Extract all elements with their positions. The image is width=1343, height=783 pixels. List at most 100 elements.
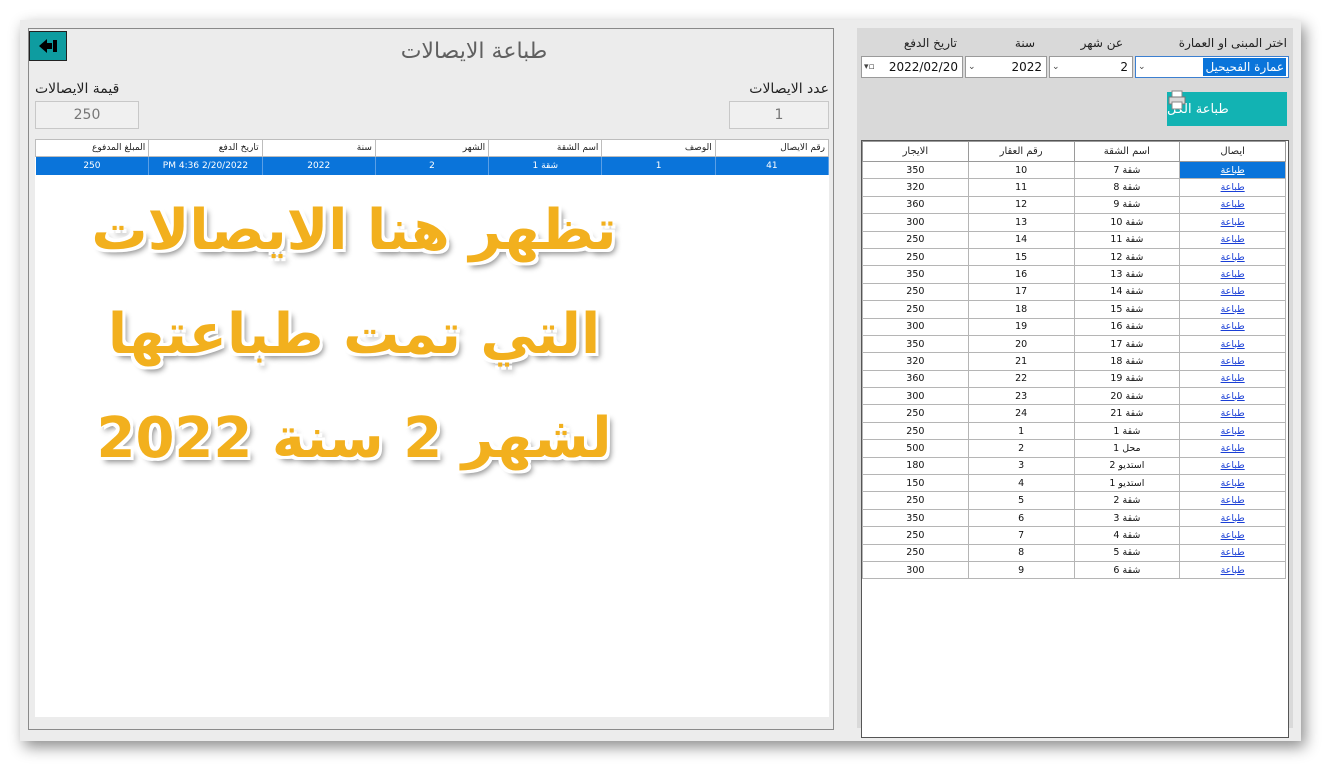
print-receipt-link[interactable]: طباعة bbox=[1179, 160, 1286, 180]
print-receipt-link[interactable]: طباعة bbox=[1179, 439, 1286, 458]
print-receipt-link[interactable]: طباعة bbox=[1179, 247, 1286, 267]
apartments-grid[interactable]: ايصال اسم الشقة رقم العقار الايجار طباعة شقة… bbox=[861, 140, 1289, 738]
year-select[interactable]: ⌄ 2022 bbox=[965, 56, 1047, 78]
table-row[interactable]: طباعة شقة 11 14 250 bbox=[862, 230, 1286, 249]
table-row[interactable]: طباعة شقة 20 23 300 bbox=[862, 387, 1286, 406]
table-row[interactable]: طباعة استديو 2 3 180 bbox=[862, 456, 1286, 476]
print-receipt-link[interactable]: طباعة bbox=[1179, 560, 1286, 580]
table-row[interactable]: طباعة شقة 9 12 360 bbox=[862, 195, 1286, 215]
table-cell: 24 bbox=[967, 404, 1075, 423]
table-cell: 300 bbox=[862, 560, 969, 580]
print-receipt-link[interactable]: طباعة bbox=[1179, 474, 1286, 493]
table-row[interactable]: طباعة شقة 10 13 300 bbox=[862, 213, 1286, 232]
print-receipt-link[interactable]: طباعة bbox=[1179, 369, 1286, 389]
table-row[interactable]: 41 1 شقة 1 2 2022 2/20/2022 4:36 PM 250 bbox=[35, 156, 830, 175]
table-cell: 12 bbox=[967, 195, 1075, 215]
table-cell: 23 bbox=[967, 387, 1075, 406]
table-cell: شقة 1 bbox=[488, 156, 603, 175]
table-cell: 300 bbox=[862, 387, 969, 406]
overlay-line-1: تظهر هنا الايصالات bbox=[91, 198, 617, 263]
print-receipt-link[interactable]: طباعة bbox=[1179, 491, 1286, 510]
payment-date-picker[interactable]: ▾▫ 2022/02/20 bbox=[861, 56, 963, 78]
column-header[interactable]: المبلغ المدفوع bbox=[34, 139, 150, 157]
table-row[interactable]: طباعة شقة 7 10 350 bbox=[862, 160, 1286, 180]
back-button[interactable] bbox=[29, 31, 67, 61]
table-row[interactable]: طباعة شقة 4 7 250 bbox=[862, 526, 1286, 545]
print-receipt-link[interactable]: طباعة bbox=[1179, 317, 1286, 336]
table-cell: شقة 18 bbox=[1073, 352, 1181, 371]
table-row[interactable]: طباعة محل 1 2 500 bbox=[862, 439, 1286, 458]
print-receipt-link[interactable]: طباعة bbox=[1179, 404, 1286, 423]
building-select[interactable]: ⌄ عمارة الفحيحيل bbox=[1135, 56, 1289, 78]
apartments-table[interactable]: ايصال اسم الشقة رقم العقار الايجار طباعة شقة… bbox=[862, 141, 1286, 580]
table-cell: 9 bbox=[967, 560, 1075, 580]
print-receipt-link[interactable]: طباعة bbox=[1179, 421, 1286, 441]
print-receipt-link[interactable]: طباعة bbox=[1179, 456, 1286, 476]
print-receipt-link[interactable]: طباعة bbox=[1179, 526, 1286, 545]
apartments-panel: اختر المبنى او العمارة عن شهر سنة تاريخ … bbox=[857, 28, 1293, 738]
month-select[interactable]: ⌄ 2 bbox=[1049, 56, 1133, 78]
print-receipt-link[interactable]: طباعة bbox=[1179, 282, 1286, 302]
table-row[interactable]: طباعة شقة 16 19 300 bbox=[862, 317, 1286, 336]
column-header[interactable]: اسم الشقة bbox=[1073, 141, 1181, 162]
table-cell: شقة 16 bbox=[1073, 317, 1181, 336]
table-cell: 18 bbox=[967, 300, 1075, 319]
printer-icon bbox=[1168, 90, 1186, 110]
table-row[interactable]: طباعة شقة 15 18 250 bbox=[862, 300, 1286, 319]
column-header[interactable]: سنة bbox=[261, 139, 376, 157]
table-cell: 350 bbox=[862, 265, 969, 284]
print-receipt-link[interactable]: طباعة bbox=[1179, 213, 1286, 232]
column-header[interactable]: اسم الشقة bbox=[488, 139, 603, 157]
table-row[interactable]: طباعة شقة 3 6 350 bbox=[862, 508, 1286, 528]
print-receipt-link[interactable]: طباعة bbox=[1179, 178, 1286, 197]
table-cell: 2022 bbox=[262, 156, 376, 175]
back-arrow-icon bbox=[39, 39, 57, 53]
print-receipt-link[interactable]: طباعة bbox=[1179, 265, 1286, 284]
print-receipt-link[interactable]: طباعة bbox=[1179, 230, 1286, 249]
table-cell: 320 bbox=[862, 352, 969, 371]
table-cell: شقة 2 bbox=[1073, 491, 1181, 510]
table-row[interactable]: طباعة شقة 2 5 250 bbox=[862, 491, 1286, 510]
print-receipt-link[interactable]: طباعة bbox=[1179, 508, 1286, 528]
table-row[interactable]: طباعة استديو 1 4 150 bbox=[862, 474, 1286, 493]
column-header[interactable]: تاريخ الدفع bbox=[148, 139, 263, 157]
table-cell: شقة 21 bbox=[1073, 404, 1181, 423]
table-row[interactable]: طباعة شقة 6 9 300 bbox=[862, 560, 1286, 580]
table-cell: 17 bbox=[967, 282, 1075, 302]
table-row[interactable]: طباعة شقة 1 1 250 bbox=[862, 421, 1286, 441]
table-cell: شقة 17 bbox=[1073, 334, 1181, 354]
year-label: سنة bbox=[1014, 36, 1035, 50]
column-header[interactable]: رقم العقار bbox=[967, 141, 1075, 162]
table-row[interactable]: طباعة شقة 12 15 250 bbox=[862, 247, 1286, 267]
month-label: عن شهر bbox=[1080, 36, 1123, 50]
table-cell: شقة 1 bbox=[1073, 421, 1181, 441]
column-header[interactable]: الوصف bbox=[601, 139, 716, 157]
column-header[interactable]: ايصال bbox=[1179, 141, 1286, 162]
print-receipt-link[interactable]: طباعة bbox=[1179, 334, 1286, 354]
column-header[interactable]: رقم الايصال bbox=[714, 139, 830, 157]
table-row[interactable]: طباعة شقة 8 11 320 bbox=[862, 178, 1286, 197]
print-receipt-link[interactable]: طباعة bbox=[1179, 352, 1286, 371]
print-all-button[interactable]: طباعة الكل bbox=[1167, 90, 1287, 126]
print-receipt-link[interactable]: طباعة bbox=[1179, 543, 1286, 562]
print-receipt-link[interactable]: طباعة bbox=[1179, 300, 1286, 319]
table-row[interactable]: طباعة شقة 14 17 250 bbox=[862, 282, 1286, 302]
table-cell: 250 bbox=[862, 404, 969, 423]
table-cell: 250 bbox=[862, 526, 969, 545]
table-cell: 6 bbox=[967, 508, 1075, 528]
table-row[interactable]: طباعة شقة 13 16 350 bbox=[862, 265, 1286, 284]
print-receipt-link[interactable]: طباعة bbox=[1179, 195, 1286, 215]
table-cell: 350 bbox=[862, 508, 969, 528]
column-header[interactable]: الشهر bbox=[374, 139, 490, 157]
receipts-table[interactable]: رقم الايصال الوصف اسم الشقة الشهر سنة تاريخ ا… bbox=[34, 139, 830, 175]
table-cell: 250 bbox=[862, 300, 969, 319]
table-row[interactable]: طباعة شقة 21 24 250 bbox=[862, 404, 1286, 423]
table-row[interactable]: طباعة شقة 19 22 360 bbox=[862, 369, 1286, 389]
table-cell: 250 bbox=[862, 421, 969, 441]
print-receipt-link[interactable]: طباعة bbox=[1179, 387, 1286, 406]
column-header[interactable]: الايجار bbox=[862, 141, 969, 162]
table-row[interactable]: طباعة شقة 5 8 250 bbox=[862, 543, 1286, 562]
table-row[interactable]: طباعة شقة 18 21 320 bbox=[862, 352, 1286, 371]
table-row[interactable]: طباعة شقة 17 20 350 bbox=[862, 334, 1286, 354]
table-cell: 4 bbox=[967, 474, 1075, 493]
